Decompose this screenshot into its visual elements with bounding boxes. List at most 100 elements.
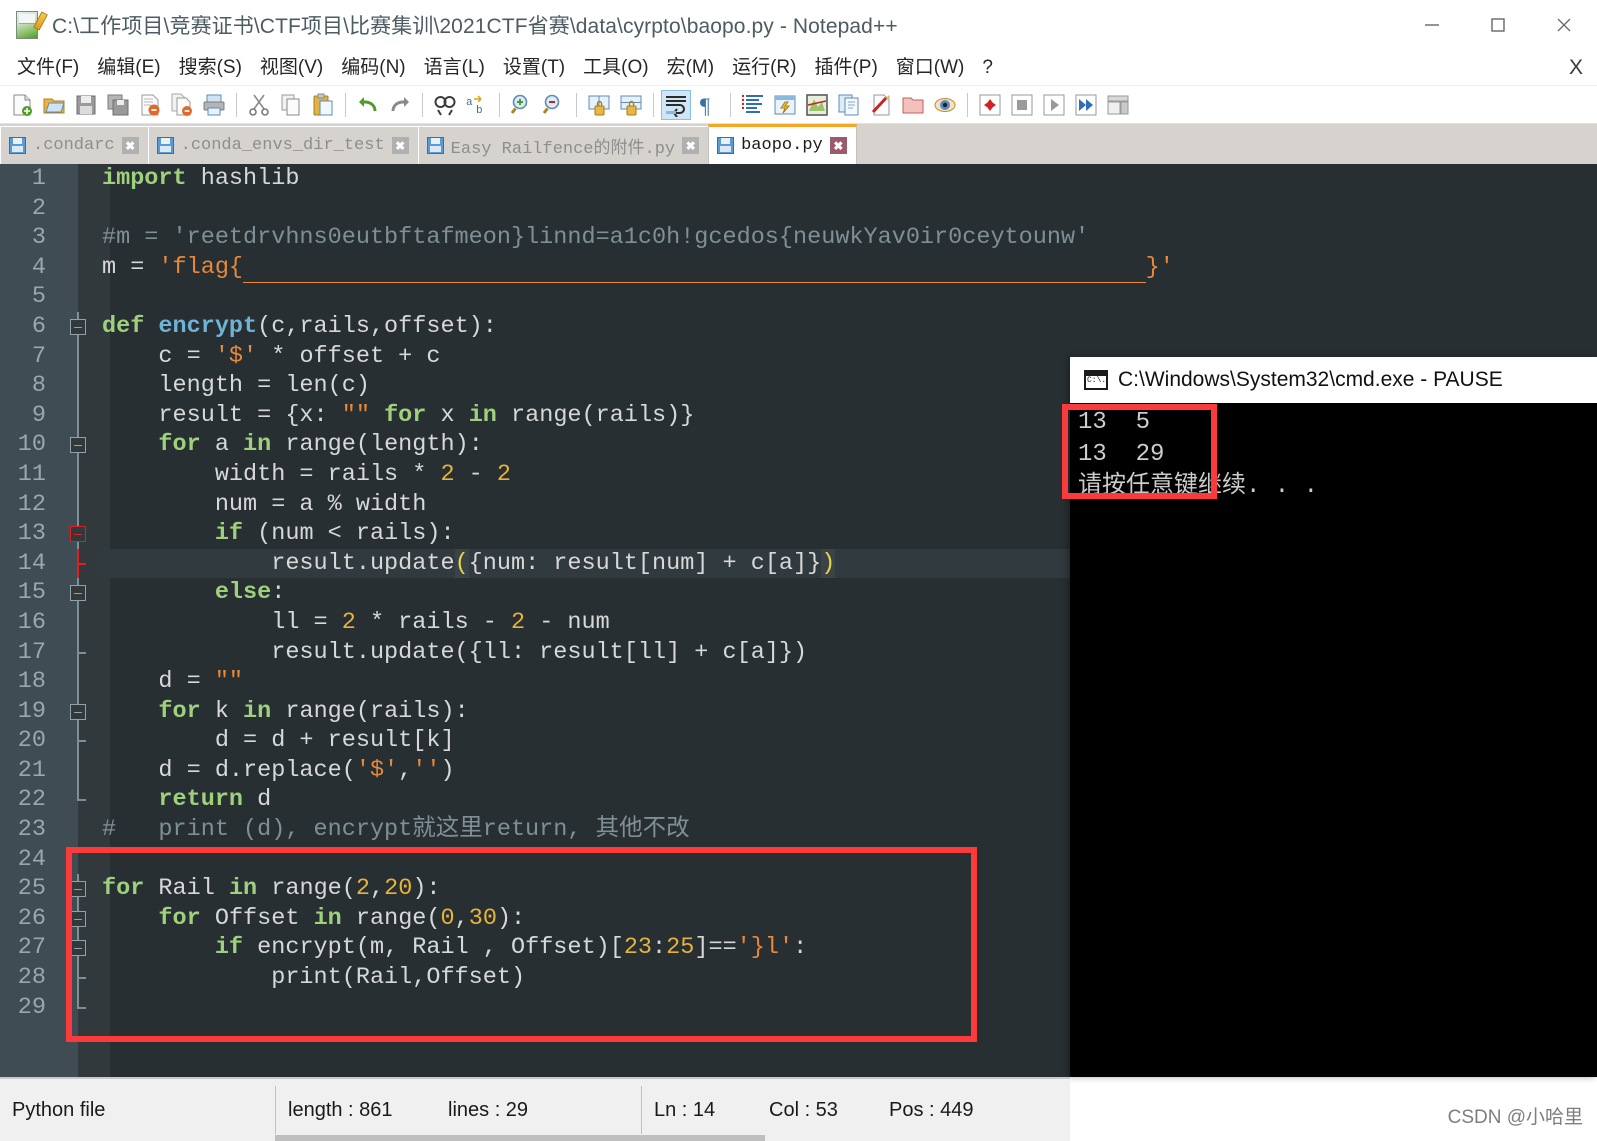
menu-edit[interactable]: 编辑(E)	[88, 50, 169, 86]
close-file-icon[interactable]	[135, 90, 165, 120]
code-line[interactable]: 6 def encrypt (c,rails,offset):	[0, 311, 1597, 342]
indent-guide-icon[interactable]	[738, 90, 768, 120]
code-line[interactable]: 3 #m = 'reetdrvhns0eutbftafmeon}linnd=a1c…	[0, 223, 1597, 253]
fold-marker[interactable]	[62, 726, 94, 756]
menu-macro[interactable]: 宏(M)	[658, 50, 723, 86]
print-icon[interactable]	[199, 90, 229, 120]
fold-marker[interactable]	[62, 845, 94, 875]
save-icon[interactable]	[71, 90, 101, 120]
record-macro-icon[interactable]	[975, 90, 1005, 120]
fold-marker[interactable]	[62, 282, 94, 312]
menu-view[interactable]: 视图(V)	[251, 50, 332, 86]
tab-easy-railfence[interactable]: Easy Railfence的附件.py ✖	[417, 126, 709, 164]
menu-encoding[interactable]: 编码(N)	[332, 50, 414, 86]
maximize-button[interactable]	[1465, 0, 1531, 50]
tab-conda-envs-dir-test[interactable]: .conda_envs_dir_test ✖	[147, 126, 418, 164]
menu-tools[interactable]: 工具(O)	[574, 50, 657, 86]
replace-icon[interactable]: ab	[462, 90, 492, 120]
undo-icon[interactable]	[353, 90, 383, 120]
menu-language[interactable]: 语言(L)	[415, 50, 494, 86]
function-list-icon[interactable]	[834, 90, 864, 120]
code-text[interactable]	[94, 282, 1597, 312]
user-defined-language-icon[interactable]	[770, 90, 800, 120]
tab-baopo[interactable]: baopo.py ✖	[708, 124, 857, 164]
menu-settings[interactable]: 设置(T)	[494, 50, 574, 86]
fold-marker[interactable]	[62, 371, 94, 401]
code-line[interactable]: 2	[0, 194, 1597, 224]
code-text[interactable]: def encrypt (c,rails,offset):	[94, 312, 1597, 342]
save-macro-icon[interactable]	[1103, 90, 1133, 120]
code-line[interactable]: 5	[0, 282, 1597, 312]
fold-marker[interactable]	[62, 992, 94, 1023]
folder-as-workspace-icon[interactable]	[898, 90, 928, 120]
fold-marker[interactable]	[62, 903, 94, 934]
play-multiple-macro-icon[interactable]	[1071, 90, 1101, 120]
menu-run[interactable]: 运行(R)	[723, 50, 805, 86]
cmd-console-window[interactable]: C:\Windows\System32\cmd.exe - PAUSE 13 5…	[1062, 357, 1597, 1077]
monitoring-icon[interactable]	[930, 90, 960, 120]
fold-marker[interactable]	[62, 874, 94, 904]
fold-marker[interactable]	[62, 253, 94, 283]
fold-marker[interactable]	[62, 430, 94, 460]
fold-marker[interactable]	[62, 341, 94, 372]
zoom-out-icon[interactable]	[539, 90, 569, 120]
code-text[interactable]: #m = 'reetdrvhns0eutbftafmeon}linnd=a1c0…	[94, 223, 1597, 253]
code-text[interactable]: import hashlib	[94, 164, 1597, 194]
show-all-chars-icon[interactable]: ¶	[693, 90, 723, 120]
sync-vertical-icon[interactable]	[584, 90, 614, 120]
redo-icon[interactable]	[385, 90, 415, 120]
document-map-icon[interactable]	[802, 90, 832, 120]
menu-file[interactable]: 文件(F)	[8, 50, 88, 86]
menu-search[interactable]: 搜索(S)	[170, 50, 251, 86]
word-wrap-icon[interactable]	[661, 89, 691, 120]
paste-icon[interactable]	[308, 90, 338, 120]
cut-icon[interactable]	[244, 90, 274, 120]
fold-marker[interactable]	[62, 755, 94, 786]
fold-marker[interactable]	[62, 785, 94, 815]
fold-marker[interactable]	[62, 578, 94, 608]
code-text[interactable]	[94, 194, 1597, 224]
code-line[interactable]: 4 m = 'flag{ }'	[0, 253, 1597, 283]
code-text[interactable]: m = 'flag{ }'	[94, 253, 1597, 283]
find-icon[interactable]	[430, 90, 460, 120]
fold-marker[interactable]	[62, 963, 94, 993]
sync-horizontal-icon[interactable]	[616, 90, 646, 120]
fold-marker[interactable]	[62, 815, 94, 845]
new-file-icon[interactable]	[7, 90, 37, 120]
tab-condarc[interactable]: .condarc ✖	[0, 126, 148, 164]
fold-marker[interactable]	[62, 667, 94, 697]
tab-close-icon[interactable]: ✖	[391, 137, 409, 154]
tab-close-icon[interactable]: ✖	[682, 137, 700, 154]
fold-marker[interactable]	[62, 637, 94, 668]
close-all-icon[interactable]	[167, 90, 197, 120]
menu-window[interactable]: 窗口(W)	[887, 50, 974, 86]
fold-marker[interactable]	[62, 311, 94, 342]
fold-marker[interactable]	[62, 548, 94, 579]
fold-marker[interactable]	[62, 933, 94, 964]
menu-plugins[interactable]: 插件(P)	[805, 50, 886, 86]
open-file-icon[interactable]	[39, 90, 69, 120]
close-button[interactable]	[1531, 0, 1597, 50]
code-line[interactable]: 1 import hashlib	[0, 164, 1597, 194]
fold-marker[interactable]	[62, 696, 94, 727]
copy-icon[interactable]	[276, 90, 306, 120]
fold-marker[interactable]	[62, 223, 94, 253]
minimize-button[interactable]	[1399, 0, 1465, 50]
tab-close-icon[interactable]: ✖	[121, 137, 139, 154]
close-document-button[interactable]: X	[1569, 56, 1583, 80]
fold-marker[interactable]	[62, 489, 94, 520]
stop-macro-icon[interactable]	[1007, 90, 1037, 120]
fold-marker[interactable]	[62, 400, 94, 431]
fold-marker[interactable]	[62, 459, 94, 490]
document-switcher-icon[interactable]	[866, 90, 896, 120]
tab-close-icon[interactable]: ✖	[829, 137, 847, 154]
play-macro-icon[interactable]	[1039, 90, 1069, 120]
fold-marker[interactable]	[62, 607, 94, 638]
fold-marker[interactable]	[62, 164, 94, 194]
fold-marker[interactable]	[62, 194, 94, 224]
zoom-in-icon[interactable]	[507, 90, 537, 120]
fold-marker[interactable]	[62, 519, 94, 549]
menu-help[interactable]: ?	[973, 50, 1002, 86]
save-all-icon[interactable]	[103, 90, 133, 120]
